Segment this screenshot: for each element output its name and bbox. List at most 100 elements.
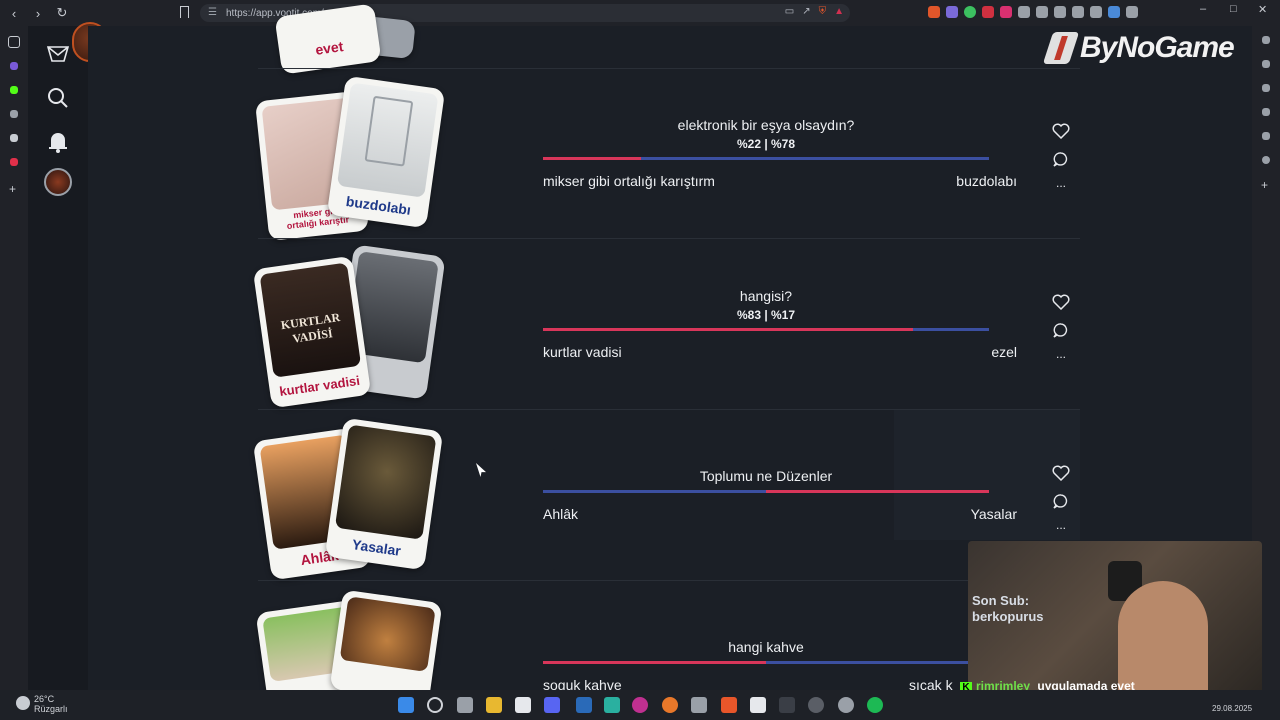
weather-temp: 26°C <box>34 694 55 704</box>
card-prev-label: evet <box>314 38 345 58</box>
minimize-icon[interactable]: – <box>1200 3 1206 15</box>
option-right-2[interactable]: ezel <box>991 344 1017 360</box>
discord-icon[interactable] <box>544 697 560 713</box>
option-right-1[interactable]: buzdolabı <box>956 173 1017 189</box>
share-icon[interactable]: ↗ <box>802 6 810 17</box>
vootit-logo-icon[interactable] <box>42 38 74 70</box>
question-title-3: Toplumu ne Düzenler <box>699 468 833 484</box>
file-explorer-icon[interactable] <box>486 697 502 713</box>
webcam-overlay: Son Sub: berkopurus <box>968 541 1262 701</box>
card-row1-front[interactable]: buzdolabı <box>326 75 446 229</box>
search-icon[interactable] <box>42 82 74 114</box>
bookmark-icon[interactable] <box>180 6 189 18</box>
panel-add-icon[interactable]: + <box>9 182 21 196</box>
taskbar-date: 29.08.2025 <box>1212 704 1253 713</box>
forward-icon[interactable]: › <box>28 3 48 23</box>
edge-icon[interactable] <box>604 697 620 713</box>
browser-side-panel: + <box>0 26 28 690</box>
option-right-3[interactable]: Yasalar <box>971 506 1017 522</box>
card-row3-front[interactable]: Yasalar <box>324 417 444 571</box>
extension-fox-icon[interactable] <box>928 6 940 18</box>
obs-icon[interactable] <box>808 697 824 713</box>
right-panel-add-icon[interactable]: + <box>1261 178 1273 192</box>
notification-bell-icon[interactable] <box>42 126 74 158</box>
right-panel-icon-1[interactable] <box>1262 36 1270 44</box>
windows-start-icon[interactable] <box>398 697 414 713</box>
like-heart-icon[interactable] <box>1050 462 1072 484</box>
panel-youtube-icon[interactable] <box>10 158 18 166</box>
right-panel-icon-2[interactable] <box>1262 60 1270 68</box>
panel-x-icon[interactable] <box>10 134 18 142</box>
comment-icon[interactable] <box>1050 319 1072 341</box>
brave-icon[interactable] <box>721 697 737 713</box>
taskbar-search-icon[interactable] <box>427 697 443 713</box>
like-heart-icon[interactable] <box>1050 120 1072 142</box>
more-options-icon[interactable]: ... <box>1050 343 1072 365</box>
app-icon-dark[interactable] <box>779 697 795 713</box>
option-left-1[interactable]: mikser gibi ortalığı karıştırm <box>543 173 715 189</box>
extension-cloud-icon[interactable] <box>946 6 958 18</box>
wallet-icon[interactable] <box>1072 6 1084 18</box>
vote-bar-fill-3 <box>543 490 766 493</box>
blender-icon[interactable] <box>662 697 678 713</box>
right-panel-icon-5[interactable] <box>1262 132 1270 140</box>
right-panel-icon-3[interactable] <box>1262 84 1270 92</box>
extension-red-icon[interactable] <box>982 6 994 18</box>
fridge-image <box>336 82 439 198</box>
extension-puzzle-icon[interactable] <box>1036 6 1048 18</box>
panel-app-icon-3[interactable] <box>10 110 18 118</box>
reload-icon[interactable]: ↻ <box>52 3 72 23</box>
comment-icon[interactable] <box>1050 490 1072 512</box>
logo-text: ByNoGame <box>1080 31 1235 64</box>
card-row2-front[interactable]: KURTLAR VADİSİ kurtlar vadisi <box>252 255 372 409</box>
last-sub-name: berkopurus <box>972 609 1044 624</box>
notion-icon[interactable] <box>515 697 531 713</box>
reader-icon[interactable]: ▭ <box>785 6 794 17</box>
bynogame-mark-icon <box>1042 32 1080 64</box>
extension-green-icon[interactable] <box>964 6 976 18</box>
settings-icon[interactable] <box>838 697 854 713</box>
card-row4-front[interactable] <box>329 589 443 703</box>
brave-shield-icon[interactable]: ⛨ <box>819 6 827 17</box>
right-panel-settings-icon[interactable] <box>1262 156 1270 164</box>
comment-icon[interactable] <box>1050 148 1072 170</box>
question-title-4: hangi kahve <box>728 639 804 655</box>
steam-icon[interactable] <box>576 697 592 713</box>
option-left-4[interactable]: soguk kahve <box>543 677 622 690</box>
close-window-icon[interactable]: ✕ <box>1258 3 1267 16</box>
vote-bar-fill-1 <box>543 157 642 160</box>
site-settings-icon[interactable]: ☰ <box>208 7 217 18</box>
vpn-icon[interactable] <box>1090 6 1102 18</box>
profile-icon[interactable] <box>1108 6 1120 18</box>
like-heart-icon[interactable] <box>1050 291 1072 313</box>
capture-icon[interactable] <box>691 697 707 713</box>
vote-bar-4 <box>543 661 989 664</box>
panel-kick-icon[interactable] <box>10 86 18 94</box>
option-left-3[interactable]: Ahlâk <box>543 506 578 522</box>
back-icon[interactable]: ‹ <box>4 3 24 23</box>
question-percent-2: %83 | %17 <box>736 308 796 322</box>
notion-icon-2[interactable] <box>750 697 766 713</box>
music-icon[interactable] <box>1018 6 1030 18</box>
more-options-icon[interactable]: ... <box>1050 514 1072 536</box>
weather-widget[interactable]: 26°C Rüzgarlı <box>34 694 68 714</box>
row-separator <box>258 580 1080 581</box>
more-options-icon[interactable]: ... <box>1050 172 1072 194</box>
right-panel-icon-4[interactable] <box>1262 108 1270 116</box>
profile-avatar[interactable] <box>42 166 74 198</box>
app-sidebar <box>28 26 88 690</box>
spotify-icon[interactable] <box>867 697 883 713</box>
task-view-icon[interactable] <box>457 697 473 713</box>
last-sub-box: Son Sub: berkopurus <box>972 593 1044 625</box>
panel-toggle-icon[interactable] <box>8 36 20 48</box>
app-icon-sphere[interactable] <box>632 697 648 713</box>
menu-icon[interactable] <box>1126 6 1138 18</box>
option-left-2[interactable]: kurtlar vadisi <box>543 344 622 360</box>
option-right-4[interactable]: sıcak k <box>909 677 953 690</box>
maximize-icon[interactable]: □ <box>1230 3 1237 15</box>
vote-bar-3 <box>543 490 989 493</box>
extension-pink-icon[interactable] <box>1000 6 1012 18</box>
rewards-icon[interactable]: ▲ <box>834 6 844 17</box>
sidebar-toggle-icon[interactable] <box>1054 6 1066 18</box>
panel-app-icon-1[interactable] <box>10 62 18 70</box>
